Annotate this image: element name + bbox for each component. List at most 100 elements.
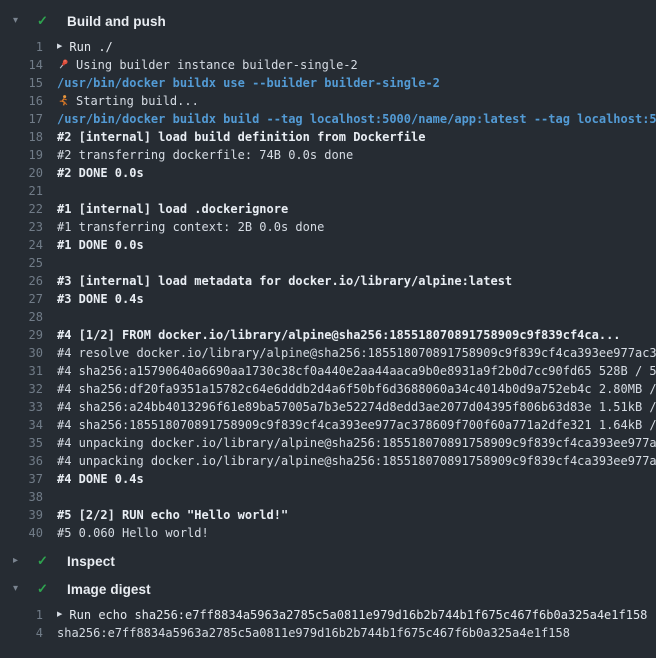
log-line: 34 #4 sha256:185518070891758909c9f839cf4c… — [0, 416, 656, 434]
line-number[interactable]: 16 — [0, 92, 43, 110]
log-line: 35 #4 unpacking docker.io/library/alpine@… — [0, 434, 656, 452]
line-text-wrap: ▶Run ./ — [57, 38, 113, 56]
line-text: #1 transferring context: 2B 0.0s done — [57, 218, 324, 236]
line-text: #5 [2/2] RUN echo "Hello world!" — [57, 506, 288, 524]
line-text-wrap: /usr/bin/docker buildx use --builder bui… — [57, 74, 440, 92]
success-check-icon: ✓ — [37, 576, 53, 602]
line-text-wrap: #4 sha256:df20fa9351a15782c64e6dddb2d4a6… — [57, 380, 656, 398]
log-line: 21 — [0, 182, 656, 200]
line-text-wrap: #4 sha256:a24bb4013296f61e89ba57005a7b3e… — [57, 398, 656, 416]
log-line: 24 #1 DONE 0.0s — [0, 236, 656, 254]
section-header-build-and-push[interactable]: ▾✓Build and push — [0, 8, 656, 34]
log-line: 1 ▶Run ./ — [0, 38, 656, 56]
line-text-wrap: Using builder instance builder-single-2 — [57, 56, 358, 74]
log-line: 36 #4 unpacking docker.io/library/alpine@… — [0, 452, 656, 470]
log-line: 39 #5 [2/2] RUN echo "Hello world!" — [0, 506, 656, 524]
line-text: #5 0.060 Hello world! — [57, 524, 209, 542]
line-number[interactable]: 28 — [0, 308, 43, 326]
line-text: #4 DONE 0.4s — [57, 470, 144, 488]
line-text: /usr/bin/docker buildx use --builder bui… — [57, 74, 440, 92]
line-text-wrap: #4 sha256:185518070891758909c9f839cf4ca3… — [57, 416, 656, 434]
log-lines: 1 ▶ Run echo sha256:e7ff8834a5963a2785c5a0… — [0, 606, 656, 642]
log-line: 33 #4 sha256:a24bb4013296f61e89ba57005a7b… — [0, 398, 656, 416]
log-line: 4 sha256:e7ff8834a5963a2785c5a0811e979d16… — [0, 624, 656, 642]
chevron-right-icon[interactable]: ▸ — [13, 548, 29, 574]
line-number[interactable]: 35 — [0, 434, 43, 452]
line-text: #4 sha256:185518070891758909c9f839cf4ca3… — [57, 416, 656, 434]
line-number[interactable]: 32 — [0, 380, 43, 398]
line-text-wrap: #4 sha256:a15790640a6690aa1730c38cf0a440… — [57, 362, 656, 380]
line-text: #3 DONE 0.4s — [57, 290, 144, 308]
line-number[interactable]: 26 — [0, 272, 43, 290]
line-text-wrap: #4 DONE 0.4s — [57, 470, 144, 488]
line-text-wrap: #4 [1/2] FROM docker.io/library/alpine@s… — [57, 326, 621, 344]
line-text: /usr/bin/docker buildx build --tag local… — [57, 110, 656, 128]
play-expand-icon[interactable]: ▶ — [57, 38, 62, 56]
log-line: 32 #4 sha256:df20fa9351a15782c64e6dddb2d4… — [0, 380, 656, 398]
log-line: 23 #1 transferring context: 2B 0.0s done — [0, 218, 656, 236]
line-text: #1 DONE 0.0s — [57, 236, 144, 254]
chevron-down-icon[interactable]: ▾ — [13, 576, 29, 602]
line-number[interactable]: 20 — [0, 164, 43, 182]
line-text-wrap: #4 unpacking docker.io/library/alpine@sh… — [57, 452, 656, 470]
log-line: 40 #5 0.060 Hello world! — [0, 524, 656, 542]
play-expand-icon[interactable]: ▶ — [57, 606, 62, 624]
line-number[interactable]: 19 — [0, 146, 43, 164]
line-number[interactable]: 17 — [0, 110, 43, 128]
line-number[interactable]: 1 — [0, 606, 43, 624]
line-text-wrap: ▶ Run echo sha256:e7ff8834a5963a2785c5a08… — [57, 606, 647, 624]
log-line: 31 #4 sha256:a15790640a6690aa1730c38cf0a4… — [0, 362, 656, 380]
line-number[interactable]: 18 — [0, 128, 43, 146]
line-number[interactable]: 29 — [0, 326, 43, 344]
line-text: #4 sha256:a15790640a6690aa1730c38cf0a440… — [57, 362, 656, 380]
success-check-icon: ✓ — [37, 8, 53, 34]
section-title: Inspect — [67, 554, 115, 569]
line-text-wrap: #2 DONE 0.0s — [57, 164, 144, 182]
log-line: 26#3 [internal] load metadata for docker… — [0, 272, 656, 290]
line-number[interactable]: 27 — [0, 290, 43, 308]
line-text: Run echo sha256:e7ff8834a5963a2785c5a081… — [69, 606, 647, 624]
line-number[interactable]: 37 — [0, 470, 43, 488]
log-line: 28 — [0, 308, 656, 326]
line-number[interactable]: 38 — [0, 488, 43, 506]
log-lines: 1 ▶Run ./ 14 Using builder instance builder… — [0, 38, 656, 542]
line-number[interactable]: 39 — [0, 506, 43, 524]
section-header-inspect[interactable]: ▸✓Inspect — [0, 548, 656, 574]
line-text: Starting build... — [76, 92, 199, 110]
line-text: sha256:e7ff8834a5963a2785c5a0811e979d16b… — [57, 624, 570, 642]
log-line: 27 #3 DONE 0.4s — [0, 290, 656, 308]
line-text: #1 [internal] load .dockerignore — [57, 200, 288, 218]
log-line: 20 #2 DONE 0.0s — [0, 164, 656, 182]
pushpin-icon — [57, 58, 70, 72]
log-line: 25 — [0, 254, 656, 272]
line-number[interactable]: 24 — [0, 236, 43, 254]
line-number[interactable]: 22 — [0, 200, 43, 218]
line-number[interactable]: 15 — [0, 74, 43, 92]
line-number[interactable]: 1 — [0, 38, 43, 56]
line-number[interactable]: 30 — [0, 344, 43, 362]
line-text: #2 DONE 0.0s — [57, 164, 144, 182]
line-text: #4 sha256:df20fa9351a15782c64e6dddb2d4a6… — [57, 380, 656, 398]
line-number[interactable]: 34 — [0, 416, 43, 434]
line-number[interactable]: 14 — [0, 56, 43, 74]
log-line: 15/usr/bin/docker buildx use --builder b… — [0, 74, 656, 92]
section-header-image-digest[interactable]: ▾✓Image digest — [0, 576, 656, 602]
line-text: #4 resolve docker.io/library/alpine@sha2… — [57, 344, 656, 362]
line-text-wrap: #4 unpacking docker.io/library/alpine@sh… — [57, 434, 656, 452]
log-line: 16 Starting build... — [0, 92, 656, 110]
log-line: 22 #1 [internal] load .dockerignore — [0, 200, 656, 218]
line-number[interactable]: 4 — [0, 624, 43, 642]
line-text-wrap: #2 transferring dockerfile: 74B 0.0s don… — [57, 146, 353, 164]
log-line: 29 #4 [1/2] FROM docker.io/library/alpine… — [0, 326, 656, 344]
line-number[interactable]: 21 — [0, 182, 43, 200]
log-line: 18#2 [internal] load build definition fr… — [0, 128, 656, 146]
line-text: #4 sha256:a24bb4013296f61e89ba57005a7b3e… — [57, 398, 656, 416]
line-number[interactable]: 36 — [0, 452, 43, 470]
line-number[interactable]: 31 — [0, 362, 43, 380]
chevron-down-icon[interactable]: ▾ — [13, 8, 29, 34]
line-text-wrap: #5 [2/2] RUN echo "Hello world!" — [57, 506, 288, 524]
line-number[interactable]: 40 — [0, 524, 43, 542]
line-number[interactable]: 25 — [0, 254, 43, 272]
line-number[interactable]: 23 — [0, 218, 43, 236]
line-number[interactable]: 33 — [0, 398, 43, 416]
